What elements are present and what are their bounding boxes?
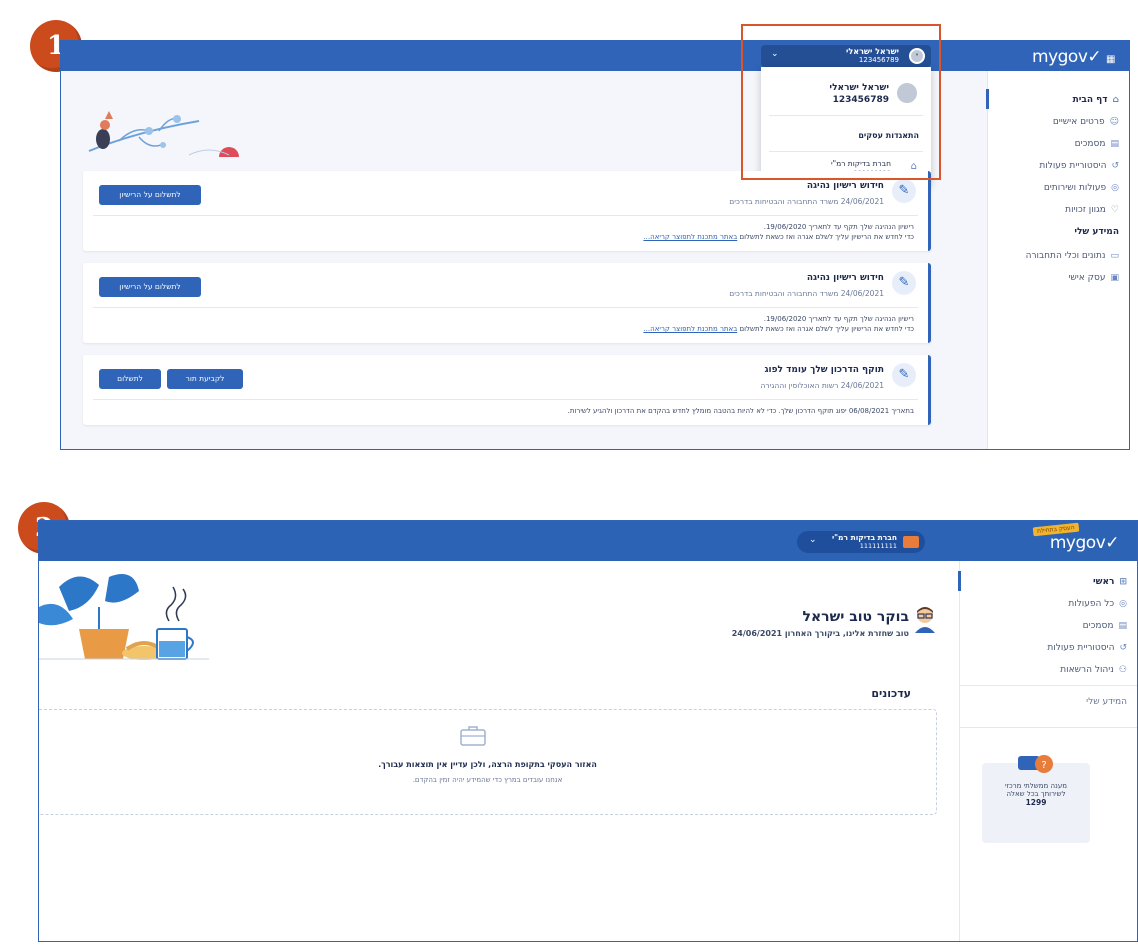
services-icon: ◎: [1111, 183, 1119, 193]
sidebar-item-history[interactable]: ↺ היסטוריית פעולות: [1047, 643, 1127, 653]
sidebar-item-permissions[interactable]: ⚇ ניהול הרשאות: [1060, 665, 1127, 675]
license-icon: ✎: [892, 271, 916, 295]
car-icon: ▭: [1110, 251, 1119, 261]
greeting-title: בוקר טוב ישראל: [802, 609, 909, 625]
chevron-down-icon: ⌄: [809, 535, 817, 545]
pay-license-button[interactable]: לתשלום על הרישיון: [99, 185, 201, 205]
pay-license-button[interactable]: לתשלום על הרישיון: [99, 277, 201, 297]
sidebar-active-indicator: [958, 571, 961, 591]
document-icon: ▤: [1118, 621, 1127, 631]
top-bar: העסק בתחילת mygov✓: [39, 521, 1137, 561]
divider: [93, 399, 918, 400]
divider: [960, 685, 1137, 686]
briefcase-icon: [903, 536, 919, 548]
sidebar: ⌂ דף הבית ☺ פרטים אישיים ▤ מסמכים ↺ היסטוריי…: [986, 71, 1129, 449]
screenshot-business-area: העסק בתחילת mygov✓ ⌄ חברת בדיקות רמ"י 11…: [38, 520, 1138, 942]
card-title: תוקף הדרכון שלך עומד לפוג: [764, 365, 884, 375]
card-link[interactable]: באתר מתכנת לתפוצר קריאה...: [643, 325, 737, 333]
breakfast-illustration: [39, 574, 209, 660]
sidebar-item-documents[interactable]: ▤ מסמכים: [1075, 139, 1119, 149]
card-body-line1: רישיון הנהיגה שלך תקף עד לתאריך 19/06/20…: [763, 223, 914, 231]
man-avatar-icon: [915, 607, 935, 633]
screenshot-personal-area: mygov✓ ▦ ⌄ ישראל ישראלי 123456789 יי ישר…: [60, 40, 1130, 450]
updates-empty-state: האזור העסקי בתקופת הרצה, ולכן עדיין אין …: [39, 709, 937, 815]
card-title: חידוש רישיון נהיגה: [806, 273, 884, 283]
home-icon: ⊞: [1119, 577, 1127, 587]
briefcase-icon: [460, 726, 486, 746]
empty-state-title: האזור העסקי בתקופת הרצה, ולכן עדיין אין …: [378, 760, 597, 769]
help-box[interactable]: ? מענה ממשלתי מרכזי לשירותך בכל שאלה 129…: [982, 755, 1090, 843]
card-body-line2: כדי לחדש את הרישיון עליך לשלם אגרה ואז כ…: [643, 233, 914, 241]
empty-state-subtitle: אנחנו עובדים במרץ כדי שהמידע יהיה זמין ב…: [412, 776, 563, 784]
sidebar-section-title: המידע שלי: [1074, 227, 1119, 237]
mygov-logo[interactable]: mygov✓ ▦: [1032, 47, 1115, 67]
card-subtitle: 24/06/2021 רשות האוכלוסין וההגירה: [760, 381, 884, 390]
sidebar-item-home[interactable]: ⌂ דף הבית: [1073, 95, 1119, 105]
briefcase-icon: ▣: [1110, 273, 1119, 283]
history-icon: ↺: [1119, 643, 1127, 653]
help-line1: מענה ממשלתי מרכזי: [1005, 782, 1067, 790]
sidebar-item-vehicles[interactable]: ▭ נתונים וכלי התחבורה: [1026, 251, 1119, 261]
divider: [93, 215, 918, 216]
grid-icon: ◎: [1119, 599, 1127, 609]
passport-icon: ✎: [892, 363, 916, 387]
card-link[interactable]: באתר מתכנת לתפוצר קריאה...: [643, 233, 737, 241]
license-icon: ✎: [892, 179, 916, 203]
sidebar: ⊞ ראשי ◎ כל הפעולות ▤ מסמכים ↺ היסטוריית פעו…: [958, 561, 1137, 941]
sidebar-item-all-actions[interactable]: ◎ כל הפעולות: [1068, 599, 1127, 609]
history-icon: ↺: [1111, 161, 1119, 171]
notification-card-license-2: ✎ חידוש רישיון נהיגה 24/06/2021 משרד התח…: [83, 263, 931, 343]
pay-button[interactable]: לתשלום: [99, 369, 161, 389]
help-phone: 1299: [1025, 798, 1047, 807]
schedule-appointment-button[interactable]: לקביעת תור: [167, 369, 243, 389]
card-title: חידוש רישיון נהיגה: [806, 181, 884, 191]
sidebar-item-documents[interactable]: ▤ מסמכים: [1083, 621, 1127, 631]
greeting-subtitle: טוב שחזרת אלינו, ביקורך האחרון 24/06/202…: [731, 629, 909, 638]
sidebar-item-services[interactable]: ◎ פעולות ושירותים: [1044, 183, 1119, 193]
mygov-logo[interactable]: mygov✓: [1050, 533, 1120, 553]
svg-text:?: ?: [1041, 760, 1046, 771]
heart-icon: ♡: [1110, 205, 1119, 215]
card-subtitle: 24/06/2021 משרד התחבורה והבטיחות בדרכים: [729, 289, 884, 298]
card-subtitle: 24/06/2021 משרד התחבורה והבטיחות בדרכים: [729, 197, 884, 206]
help-line2: לשירותך בכל שאלה: [1006, 790, 1066, 798]
greeting-avatar: [913, 605, 937, 633]
notification-card-passport: ✎ תוקף הדרכון שלך עומד לפוג 24/06/2021 ר…: [83, 355, 931, 425]
company-name: חברת בדיקות רמ"י: [831, 533, 897, 542]
sidebar-item-personal[interactable]: ☺ פרטים אישיים: [1053, 117, 1119, 127]
bird-branch-illustration: [88, 111, 239, 157]
notification-card-license: ✎ חידוש רישיון נהיגה 24/06/2021 משרד התח…: [83, 171, 931, 251]
company-id: 111111111: [859, 542, 897, 550]
dropdown-highlight-frame: [741, 24, 941, 180]
card-body-line2: כדי לחדש את הרישיון עליך לשלם אגרה ואז כ…: [643, 325, 914, 333]
sidebar-item-main[interactable]: ⊞ ראשי: [1093, 577, 1127, 587]
divider: [960, 727, 1137, 728]
permissions-icon: ⚇: [1118, 665, 1127, 675]
sidebar-active-indicator: [986, 89, 989, 109]
chat-bubble-icon: ?: [1018, 755, 1053, 773]
document-icon: ▤: [1110, 139, 1119, 149]
user-icon: ☺: [1109, 117, 1119, 127]
updates-title: עדכונים: [871, 687, 911, 700]
company-switcher[interactable]: ⌄ חברת בדיקות רמ"י 111111111: [797, 531, 925, 553]
sidebar-item-business[interactable]: ▣ עסק אישי: [1068, 273, 1119, 283]
sidebar-item-history[interactable]: ↺ היסטוריית פעולות: [1039, 161, 1119, 171]
top-bar: mygov✓ ▦: [61, 41, 1129, 71]
sidebar-item-rights[interactable]: ♡ מגוון זכויות: [1065, 205, 1119, 215]
card-body-line1: בתאריך 06/08/2021 יפוג תוקף הדרכון שלך. …: [567, 407, 914, 415]
card-body-line1: רישיון הנהיגה שלך תקף עד לתאריך 19/06/20…: [763, 315, 914, 323]
sidebar-section-title: המידע שלי: [1086, 697, 1127, 707]
divider: [93, 307, 918, 308]
home-icon: ⌂: [1112, 95, 1119, 105]
